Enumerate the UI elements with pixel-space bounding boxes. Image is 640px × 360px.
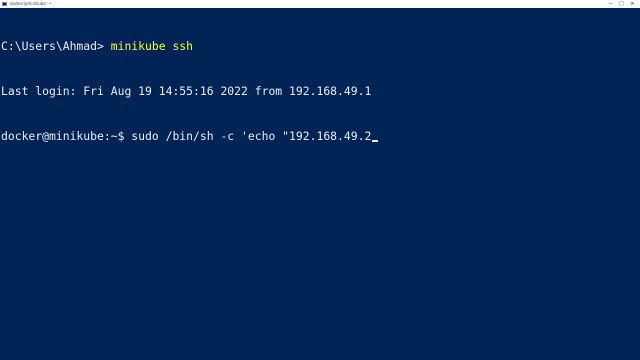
terminal-line-2: Last login: Fri Aug 19 14:55:16 2022 fro… [1, 84, 636, 99]
terminal-app-icon [2, 2, 7, 6]
minimize-icon[interactable]: ─ [605, 0, 616, 8]
terminal-line-3: docker@minikube:~$ sudo /bin/sh -c 'echo… [1, 129, 636, 144]
close-icon[interactable]: ✕ [627, 0, 638, 8]
maximize-icon[interactable]: □ [616, 0, 627, 8]
window-controls: ─ □ ✕ [605, 0, 638, 8]
text-cursor [372, 140, 379, 142]
title-bar[interactable]: docker@minikube: ~ ─ □ ✕ [0, 0, 640, 8]
terminal-line-1: C:\Users\Ahmad> minikube ssh [1, 39, 636, 54]
last-login-text: Last login: Fri Aug 19 14:55:16 2022 fro… [1, 84, 372, 98]
current-input-line: docker@minikube:~$ sudo /bin/sh -c 'echo… [1, 129, 372, 143]
typed-command: minikube ssh [110, 39, 194, 53]
shell-prompt: C:\Users\Ahmad> [1, 39, 111, 53]
window-title: docker@minikube: ~ [10, 1, 52, 6]
terminal-output[interactable]: C:\Users\Ahmad> minikube ssh Last login:… [1, 9, 636, 360]
terminal-window: docker@minikube: ~ ─ □ ✕ C:\Users\Ahmad>… [0, 0, 640, 360]
